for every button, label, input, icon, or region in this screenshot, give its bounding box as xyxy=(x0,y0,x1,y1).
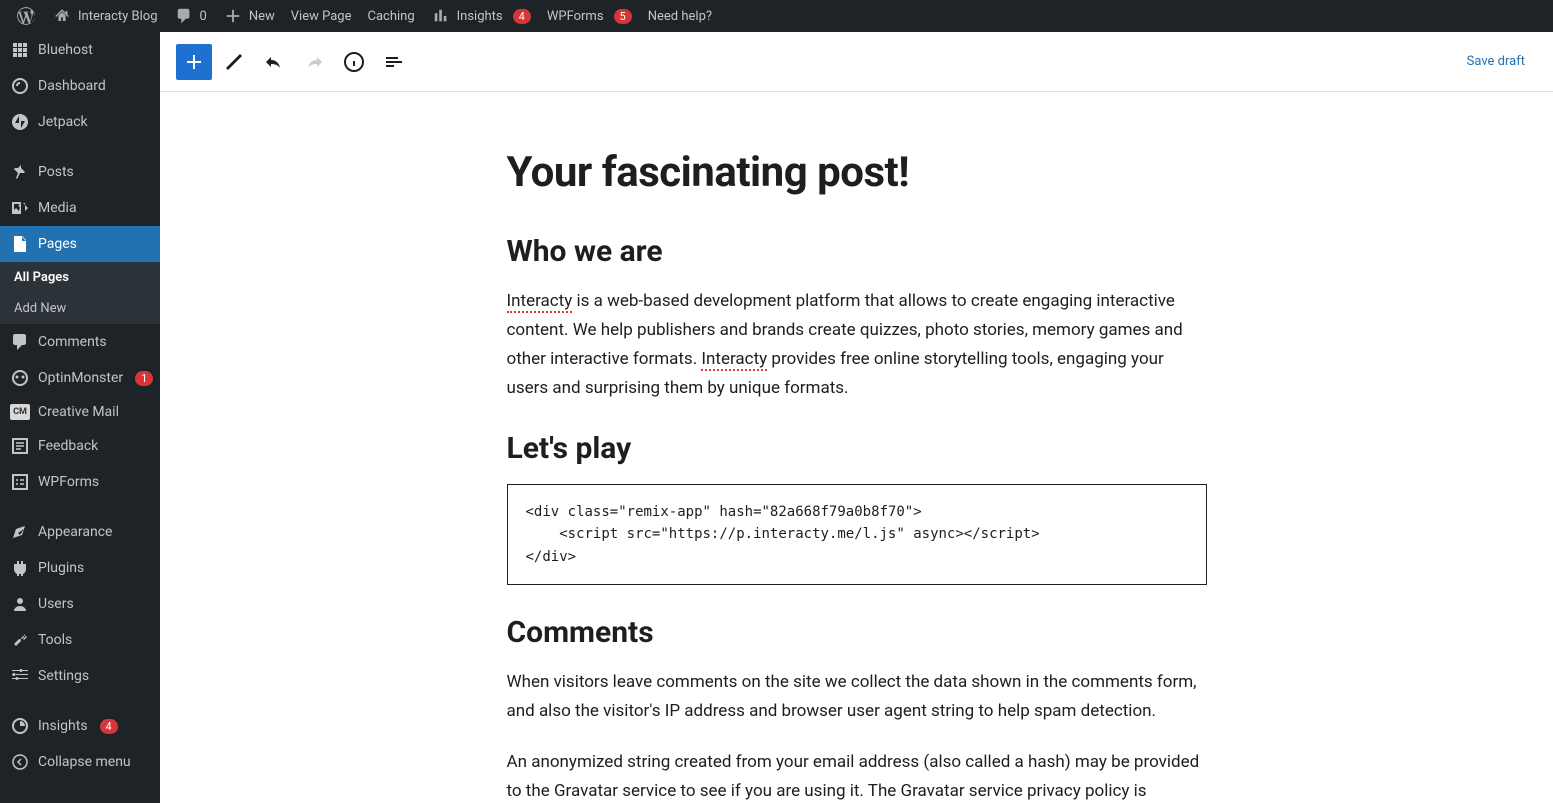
caching[interactable]: Caching xyxy=(359,0,422,32)
wpforms-nav[interactable]: WPForms 5 xyxy=(539,0,640,32)
code-block[interactable]: <div class="remix-app" hash="82a668f79a0… xyxy=(507,484,1207,585)
insights-badge: 4 xyxy=(513,9,531,24)
need-help[interactable]: Need help? xyxy=(640,0,720,32)
sidebar-appearance[interactable]: Appearance xyxy=(0,514,160,550)
sidebar-bluehost[interactable]: Bluehost xyxy=(0,32,160,68)
users-icon xyxy=(10,594,30,614)
paragraph-3[interactable]: An anonymized string created from your e… xyxy=(507,748,1207,803)
insights-icon xyxy=(10,716,30,736)
sidebar-feedback[interactable]: Feedback xyxy=(0,428,160,464)
sidebar-wpforms[interactable]: WPForms xyxy=(0,464,160,500)
jetpack-icon xyxy=(10,112,30,132)
redo-button[interactable] xyxy=(296,44,332,80)
view-page[interactable]: View Page xyxy=(283,0,360,32)
wpforms-icon xyxy=(10,472,30,492)
sidebar-users[interactable]: Users xyxy=(0,586,160,622)
dashboard-icon xyxy=(10,76,30,96)
wp-logo[interactable] xyxy=(8,0,44,32)
post-title[interactable]: Your fascinating post! xyxy=(507,148,1207,198)
sidebar-comments[interactable]: Comments xyxy=(0,324,160,360)
optinmonster-badge: 1 xyxy=(135,371,153,386)
comments-nav[interactable]: 0 xyxy=(166,0,215,32)
editor-toolbar: Save draft xyxy=(160,32,1553,92)
feedback-icon xyxy=(10,436,30,456)
creative-mail-icon: CM xyxy=(10,404,30,420)
heading-comments[interactable]: Comments xyxy=(507,615,1207,650)
collapse-icon xyxy=(10,752,30,772)
tools-icon xyxy=(10,630,30,650)
comments-icon xyxy=(10,332,30,352)
wpforms-label: WPForms xyxy=(547,9,604,24)
sidebar-posts[interactable]: Posts xyxy=(0,154,160,190)
outline-button[interactable] xyxy=(376,44,412,80)
settings-icon xyxy=(10,666,30,686)
undo-button[interactable] xyxy=(256,44,292,80)
sidebar-tools[interactable]: Tools xyxy=(0,622,160,658)
sidebar-all-pages[interactable]: All Pages xyxy=(0,262,160,293)
sidebar-optinmonster[interactable]: OptinMonster 1 xyxy=(0,360,160,396)
wordpress-icon xyxy=(16,6,36,26)
page-icon xyxy=(10,234,30,254)
sidebar-collapse[interactable]: Collapse menu xyxy=(0,744,160,780)
site-name[interactable]: Interacty Blog xyxy=(44,0,166,32)
modes-button[interactable] xyxy=(216,44,252,80)
add-block-button[interactable] xyxy=(176,44,212,80)
heading-who-we-are[interactable]: Who we are xyxy=(507,234,1207,269)
insights-badge: 4 xyxy=(100,719,118,734)
site-name-label: Interacty Blog xyxy=(78,9,158,24)
sidebar-pages[interactable]: Pages xyxy=(0,226,160,262)
sidebar-insights[interactable]: Insights 4 xyxy=(0,708,160,744)
pushpin-icon xyxy=(10,162,30,182)
new-content[interactable]: New xyxy=(215,0,283,32)
editor-area: Save draft Your fascinating post! Who we… xyxy=(160,32,1553,803)
details-button[interactable] xyxy=(336,44,372,80)
optinmonster-icon xyxy=(10,368,30,388)
paragraph-1[interactable]: Interacty is a web-based development pla… xyxy=(507,287,1207,403)
sidebar-jetpack[interactable]: Jetpack xyxy=(0,104,160,140)
plus-icon xyxy=(223,6,243,26)
spell-interacty-2: Interacty xyxy=(701,349,767,371)
spell-interacty-1: Interacty xyxy=(507,291,573,313)
comment-icon xyxy=(174,6,194,26)
sidebar-media[interactable]: Media xyxy=(0,190,160,226)
media-icon xyxy=(10,198,30,218)
insights-nav[interactable]: Insights 4 xyxy=(423,0,539,32)
paragraph-2[interactable]: When visitors leave comments on the site… xyxy=(507,668,1207,726)
save-draft-button[interactable]: Save draft xyxy=(1455,48,1537,75)
editor-canvas[interactable]: Your fascinating post! Who we are Intera… xyxy=(160,92,1553,803)
plugins-icon xyxy=(10,558,30,578)
insights-label: Insights xyxy=(457,9,503,24)
appearance-icon xyxy=(10,522,30,542)
sidebar-dashboard[interactable]: Dashboard xyxy=(0,68,160,104)
sidebar-add-new[interactable]: Add New xyxy=(0,293,160,324)
admin-bar: Interacty Blog 0 New View Page Caching I… xyxy=(0,0,1553,32)
comments-count: 0 xyxy=(200,9,207,24)
wpforms-badge: 5 xyxy=(614,9,632,24)
sidebar-plugins[interactable]: Plugins xyxy=(0,550,160,586)
chart-icon xyxy=(431,6,451,26)
bluehost-icon xyxy=(10,40,30,60)
admin-sidebar: Bluehost Dashboard Jetpack Posts Media P… xyxy=(0,32,160,803)
home-icon xyxy=(52,6,72,26)
heading-lets-play[interactable]: Let's play xyxy=(507,431,1207,466)
new-label: New xyxy=(249,9,275,24)
sidebar-settings[interactable]: Settings xyxy=(0,658,160,694)
sidebar-creative-mail[interactable]: CM Creative Mail xyxy=(0,396,160,428)
